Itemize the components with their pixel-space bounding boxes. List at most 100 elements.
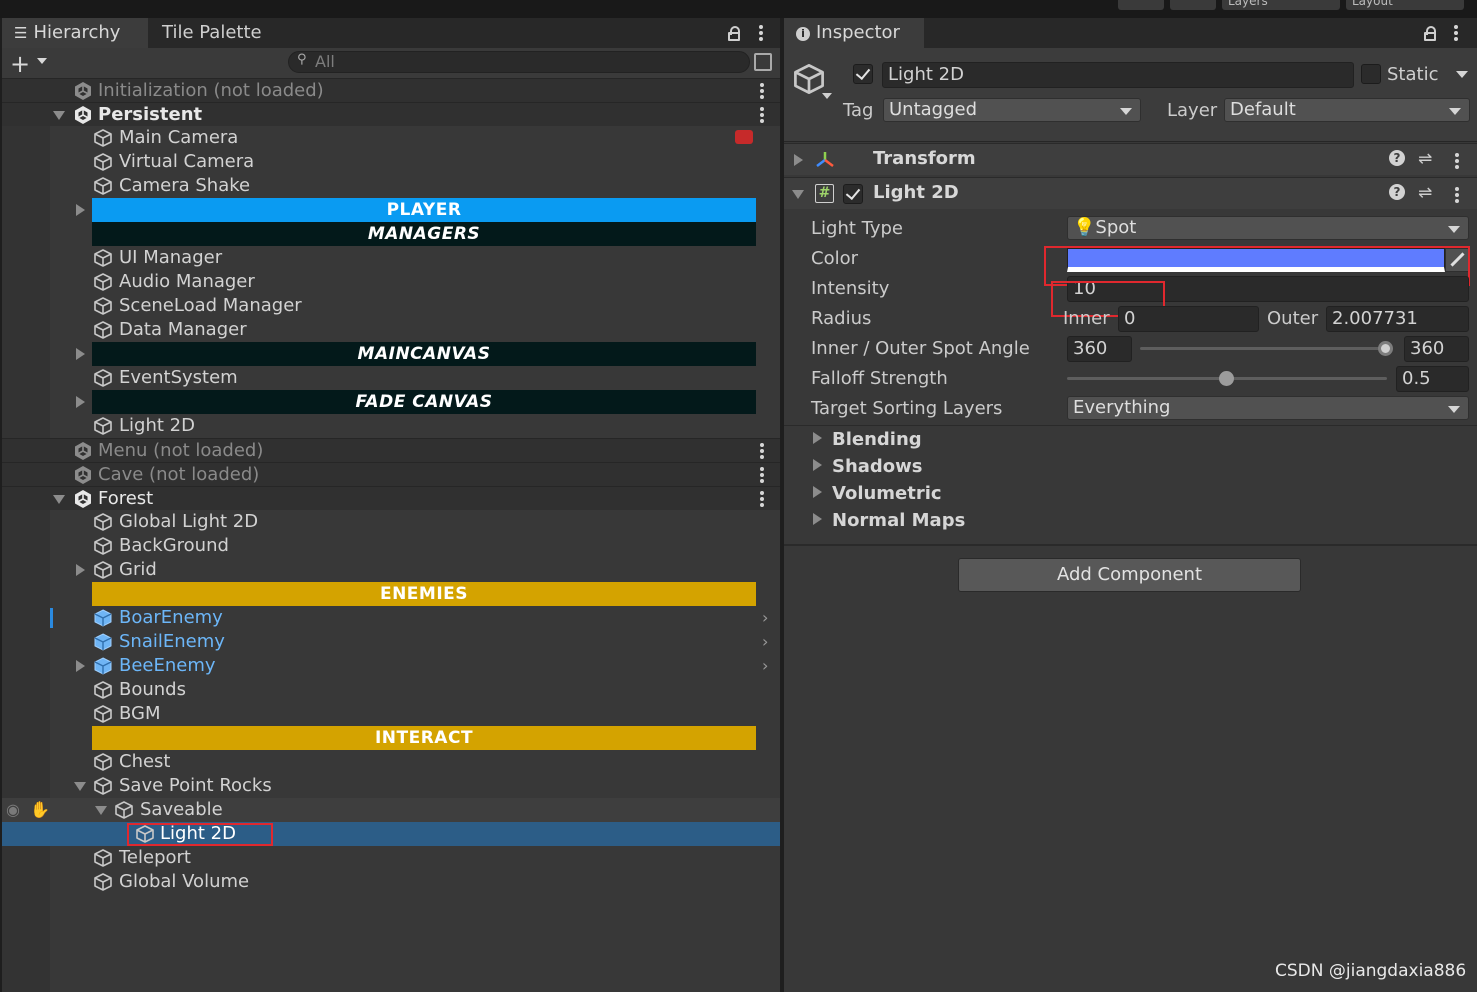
list-item-light-2d-persistent[interactable]: Light 2D	[2, 414, 780, 438]
presets-icon[interactable]: ⇌	[1418, 149, 1432, 169]
list-item-chest[interactable]: Chest	[2, 750, 780, 774]
falloff-slider-knob[interactable]	[1219, 371, 1234, 386]
expand-arrow-icon[interactable]	[53, 111, 65, 120]
layers-dropdown[interactable]: Layers	[1222, 0, 1340, 10]
list-item-boar-enemy[interactable]: BoarEnemy ›	[2, 606, 780, 630]
list-item-global-volume[interactable]: Global Volume	[2, 870, 780, 894]
expand-arrow-icon[interactable]	[792, 190, 804, 199]
list-item-saveable[interactable]: ◉ ✋ Saveable	[2, 798, 780, 822]
component-menu-icon[interactable]	[1455, 153, 1459, 169]
expand-arrow-icon[interactable]	[813, 513, 822, 525]
pick-hand-icon[interactable]: ✋	[30, 798, 50, 822]
active-checkbox[interactable]	[853, 64, 873, 84]
tab-inspector[interactable]: i Inspector	[784, 18, 924, 48]
falloff-field[interactable]: 0.5	[1396, 366, 1469, 392]
add-component-button[interactable]: Add Component	[958, 558, 1301, 592]
chevron-right-icon[interactable]: ›	[762, 606, 768, 630]
search-input[interactable]: ⚲ All	[288, 51, 750, 73]
list-item-sceneload-manager[interactable]: SceneLoad Manager	[2, 294, 780, 318]
help-icon[interactable]: ?	[1389, 150, 1405, 166]
scene-menu-icon[interactable]	[760, 443, 764, 459]
tag-dropdown[interactable]: Untagged	[883, 98, 1141, 122]
scene-picker-icon[interactable]	[754, 53, 772, 71]
chevron-right-icon[interactable]: ›	[762, 630, 768, 654]
list-item-bee-enemy[interactable]: BeeEnemy ›	[2, 654, 780, 678]
list-item-background[interactable]: BackGround	[2, 534, 780, 558]
expand-arrow-icon[interactable]	[813, 486, 822, 498]
list-item-audio-manager[interactable]: Audio Manager	[2, 270, 780, 294]
list-item-fade-canvas[interactable]: FADE CANVAS	[2, 390, 780, 414]
scene-menu-icon[interactable]	[760, 107, 764, 123]
lock-icon[interactable]	[1424, 26, 1436, 41]
component-menu-icon[interactable]	[1455, 187, 1459, 203]
scene-row-initialization[interactable]: Initialization (not loaded)	[2, 78, 780, 102]
list-item-save-point-rocks[interactable]: Save Point Rocks	[2, 774, 780, 798]
foldout-normal-maps[interactable]: Normal Maps	[784, 509, 1477, 535]
eye-icon[interactable]: ◉	[6, 798, 20, 822]
list-item-interact[interactable]: INTERACT	[2, 726, 780, 750]
spot-inner-angle-field[interactable]: 360	[1067, 336, 1132, 362]
help-icon[interactable]: ?	[1389, 184, 1405, 200]
list-item-data-manager[interactable]: Data Manager	[2, 318, 780, 342]
scene-row-cave[interactable]: Cave (not loaded)	[2, 462, 780, 486]
expand-arrow-icon[interactable]	[76, 564, 85, 576]
list-item-maincanvas[interactable]: MAINCANVAS	[2, 342, 780, 366]
list-item-grid[interactable]: Grid	[2, 558, 780, 582]
scene-row-menu[interactable]: Menu (not loaded)	[2, 438, 780, 462]
expand-arrow-icon[interactable]	[95, 806, 107, 815]
icon-dropdown-icon[interactable]	[822, 93, 832, 99]
expand-arrow-icon[interactable]	[53, 495, 65, 504]
list-item-enemies[interactable]: ENEMIES	[2, 582, 780, 606]
outer-radius-field[interactable]: 2.007731	[1326, 306, 1469, 332]
tab-hierarchy[interactable]: ☰ Hierarchy	[2, 18, 148, 48]
static-checkbox[interactable]	[1361, 64, 1381, 84]
list-item-player[interactable]: PLAYER	[2, 198, 780, 222]
list-item-virtual-camera[interactable]: Virtual Camera	[2, 150, 780, 174]
list-item-global-light-2d[interactable]: Global Light 2D	[2, 510, 780, 534]
expand-arrow-icon[interactable]	[76, 348, 85, 360]
tab-tile-palette[interactable]: Tile Palette	[150, 18, 290, 48]
spot-angle-slider-knob[interactable]	[1378, 341, 1393, 356]
layer-dropdown[interactable]: Default	[1224, 98, 1470, 122]
list-item-bgm[interactable]: BGM	[2, 702, 780, 726]
light2d-component-header[interactable]: # Light 2D ? ⇌	[784, 177, 1477, 209]
spot-angle-slider-track[interactable]	[1140, 347, 1388, 350]
scene-menu-icon[interactable]	[760, 491, 764, 507]
foldout-shadows[interactable]: Shadows	[784, 455, 1477, 481]
expand-arrow-icon[interactable]	[813, 459, 822, 471]
list-item-ui-manager[interactable]: UI Manager	[2, 246, 780, 270]
list-item-light-2d-selected[interactable]: Light 2D	[2, 822, 780, 846]
spot-outer-angle-field[interactable]: 360	[1404, 336, 1469, 362]
layout-dropdown[interactable]: Layout	[1346, 0, 1464, 10]
foldout-volumetric[interactable]: Volumetric	[784, 482, 1477, 508]
inner-radius-field[interactable]: 0	[1118, 306, 1259, 332]
expand-arrow-icon[interactable]	[76, 396, 85, 408]
object-name-field[interactable]: Light 2D	[882, 62, 1354, 88]
expand-arrow-icon[interactable]	[76, 204, 85, 216]
list-item-managers[interactable]: MANAGERS	[2, 222, 780, 246]
foldout-blending[interactable]: Blending	[784, 428, 1477, 454]
history-icon[interactable]	[1118, 0, 1164, 10]
list-item-eventsystem[interactable]: EventSystem	[2, 366, 780, 390]
expand-arrow-icon[interactable]	[794, 154, 803, 166]
list-item-snail-enemy[interactable]: SnailEnemy ›	[2, 630, 780, 654]
lock-icon[interactable]	[728, 26, 740, 41]
scene-row-persistent[interactable]: Persistent	[2, 102, 780, 126]
transform-component-header[interactable]: Transform ? ⇌	[784, 143, 1477, 175]
expand-arrow-icon[interactable]	[813, 432, 822, 444]
presets-icon[interactable]: ⇌	[1418, 183, 1432, 203]
add-button[interactable]: +	[10, 50, 30, 78]
scene-menu-icon[interactable]	[760, 467, 764, 483]
sorting-layers-dropdown[interactable]: Everything	[1067, 396, 1469, 420]
component-enabled-checkbox[interactable]	[843, 184, 863, 204]
add-dropdown-icon[interactable]	[37, 58, 47, 64]
hierarchy-menu-icon[interactable]	[759, 25, 763, 41]
expand-arrow-icon[interactable]	[74, 782, 86, 791]
chevron-right-icon[interactable]: ›	[762, 654, 768, 678]
expand-arrow-icon[interactable]	[76, 660, 85, 672]
scene-menu-icon[interactable]	[760, 83, 764, 99]
light-type-dropdown[interactable]: 💡Spot	[1067, 216, 1469, 240]
static-dropdown-icon[interactable]	[1456, 71, 1468, 78]
list-item-camera-shake[interactable]: Camera Shake	[2, 174, 780, 198]
list-item-bounds[interactable]: Bounds	[2, 678, 780, 702]
